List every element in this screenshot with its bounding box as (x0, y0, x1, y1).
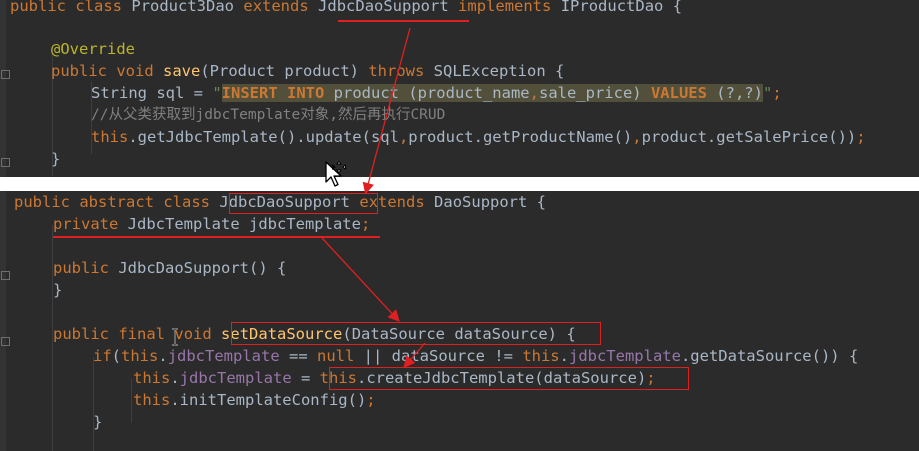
fold-marker-icon[interactable] (1, 337, 10, 346)
indent-guide (131, 379, 132, 423)
code-line-class-declaration[interactable]: public class Product3Dao extends JdbcDao… (10, 0, 682, 17)
top-code-editor[interactable]: public class Product3Dao extends JdbcDao… (0, 0, 919, 177)
editor-gutter (0, 191, 6, 451)
code-line-save-method[interactable]: public void save(Product product) throws… (51, 60, 564, 82)
screenshot-divider (0, 177, 919, 191)
move-cursor-icon (325, 160, 346, 187)
editor-gutter (0, 0, 6, 177)
superclass-reference[interactable]: JdbcDaoSupport (318, 0, 449, 15)
code-line-constructor[interactable]: public JdbcDaoSupport() { (53, 257, 286, 279)
code-line-closing-brace[interactable]: } (51, 148, 60, 170)
code-line-class-declaration[interactable]: public abstract class JdbcDaoSupport ext… (14, 191, 546, 213)
code-line-sql-string[interactable]: String sql = "INSERT INTO product (produ… (91, 82, 782, 104)
code-line-field-declaration[interactable]: private JdbcTemplate jdbcTemplate; (53, 213, 370, 235)
code-line-set-data-source[interactable]: public final void setDataSource(DataSour… (53, 323, 576, 345)
code-line-create-template[interactable]: this.jdbcTemplate = this.createJdbcTempl… (133, 367, 656, 389)
sql-injected-fragment: INSERT INTO product (product_name,sale_p… (221, 84, 763, 102)
code-line-update-call[interactable]: this.getJdbcTemplate().update(sql,produc… (91, 126, 866, 148)
code-line-annotation[interactable]: @Override (51, 38, 135, 60)
class-name[interactable]: JdbcDaoSupport (219, 193, 350, 211)
fold-marker-icon[interactable] (1, 271, 10, 280)
fold-marker-icon[interactable] (1, 158, 10, 167)
code-line-if-condition[interactable]: if(this.jdbcTemplate == null || dataSour… (93, 345, 858, 367)
text-cursor-icon (172, 328, 178, 346)
code-line-init-config[interactable]: this.initTemplateConfig(); (133, 389, 376, 411)
code-line-closing-brace[interactable]: } (53, 279, 62, 301)
fold-marker-icon[interactable] (1, 70, 10, 79)
code-line-comment[interactable]: //从父类获取到jdbcTemplate对象,然后再执行CRUD (91, 104, 445, 126)
bottom-code-editor[interactable]: public abstract class JdbcDaoSupport ext… (0, 191, 919, 451)
code-line-closing-brace[interactable]: } (93, 411, 102, 433)
indent-guide (93, 357, 94, 451)
